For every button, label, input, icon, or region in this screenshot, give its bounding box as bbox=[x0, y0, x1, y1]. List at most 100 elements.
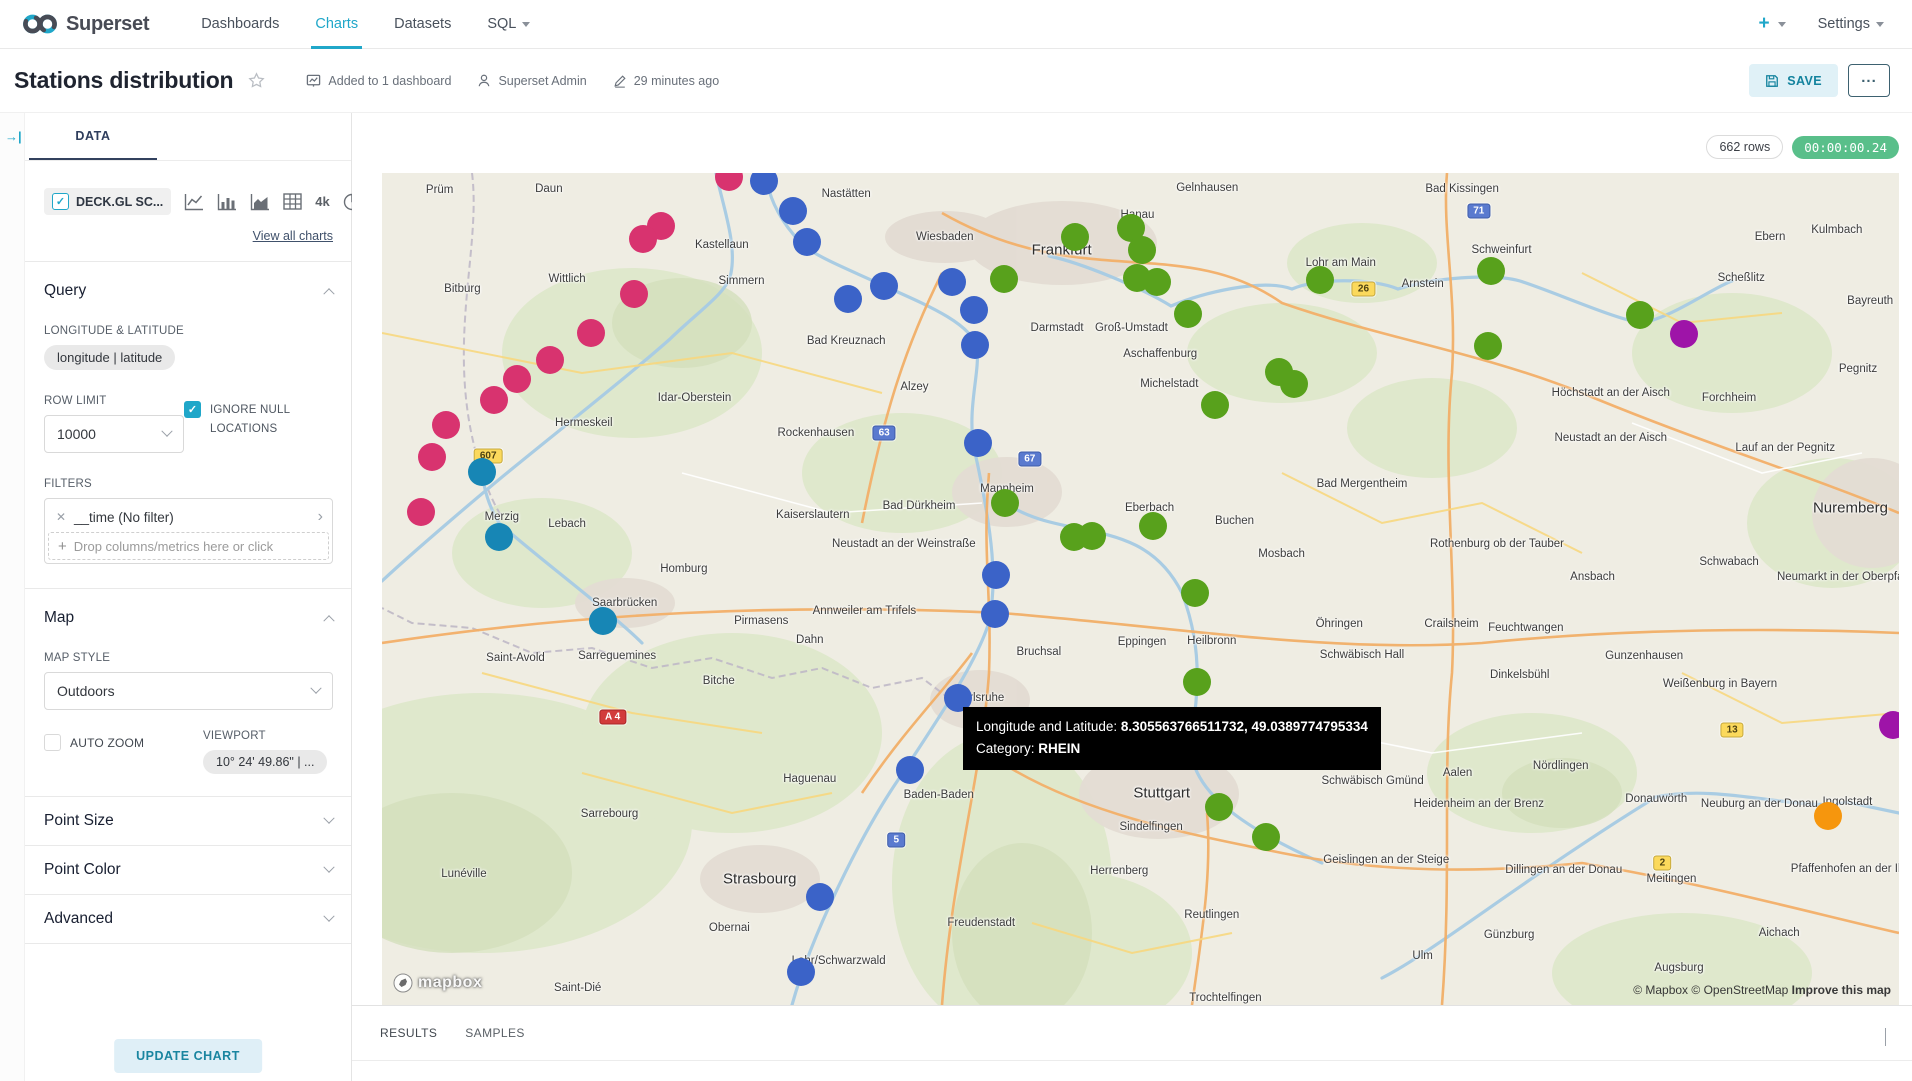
map-point-pink[interactable] bbox=[715, 173, 743, 191]
map-point-green[interactable] bbox=[1477, 257, 1505, 285]
map-point-green[interactable] bbox=[1205, 793, 1233, 821]
lonlat-value-pill[interactable]: longitude | latitude bbox=[44, 345, 175, 370]
tab-samples[interactable]: SAMPLES bbox=[451, 1026, 539, 1040]
nav-dashboards[interactable]: Dashboards bbox=[183, 0, 297, 48]
map-point-blue[interactable] bbox=[981, 600, 1009, 628]
table-icon[interactable] bbox=[283, 193, 302, 210]
map-section-header[interactable]: Map bbox=[44, 609, 333, 627]
save-button[interactable]: SAVE bbox=[1749, 64, 1838, 97]
remove-filter-icon[interactable]: ✕ bbox=[48, 510, 74, 524]
map-point-green[interactable] bbox=[1128, 236, 1156, 264]
map-attribution[interactable]: © Mapbox © OpenStreetMap Improve this ma… bbox=[1633, 983, 1891, 997]
map-point-green[interactable] bbox=[1280, 370, 1308, 398]
section-advanced[interactable]: Advanced bbox=[25, 895, 351, 944]
update-chart-button[interactable]: UPDATE CHART bbox=[114, 1039, 262, 1073]
new-item-menu[interactable]: + bbox=[1754, 0, 1789, 48]
plus-icon: + bbox=[1758, 13, 1769, 35]
map-style-select[interactable]: Outdoors bbox=[44, 672, 333, 710]
nav-datasets[interactable]: Datasets bbox=[376, 0, 469, 48]
map-point-pink[interactable] bbox=[629, 225, 657, 253]
line-chart-icon[interactable] bbox=[184, 193, 204, 211]
expand-panel-icon[interactable]: →| bbox=[5, 129, 22, 144]
ignore-null-checkbox[interactable]: ✓ IGNORE NULL LOCATIONS bbox=[184, 401, 333, 453]
map-point-pink[interactable] bbox=[620, 280, 648, 308]
mapbox-logo[interactable]: mapbox bbox=[393, 973, 482, 993]
map-point-blue[interactable] bbox=[938, 268, 966, 296]
section-point-size[interactable]: Point Size bbox=[25, 797, 351, 846]
map-point-blue[interactable] bbox=[750, 173, 778, 195]
map-city-label: Höchstadt an der Aisch bbox=[1552, 387, 1670, 399]
map-city-label: Dahn bbox=[796, 634, 824, 646]
map-style-label: MAP STYLE bbox=[44, 652, 333, 664]
map-point-green[interactable] bbox=[1201, 391, 1229, 419]
last-modified[interactable]: 29 minutes ago bbox=[613, 74, 719, 88]
map-point-blue[interactable] bbox=[787, 958, 815, 986]
dashboard-count[interactable]: Added to 1 dashboard bbox=[306, 73, 451, 88]
area-chart-icon[interactable] bbox=[250, 193, 270, 211]
map-city-label: Nastätten bbox=[822, 188, 871, 200]
bar-chart-icon[interactable] bbox=[217, 193, 237, 211]
map-point-green[interactable] bbox=[1078, 522, 1106, 550]
settings-menu[interactable]: Settings bbox=[1816, 0, 1886, 48]
map-point-blue[interactable] bbox=[961, 331, 989, 359]
map-point-green[interactable] bbox=[1183, 668, 1211, 696]
chart-owner[interactable]: Superset Admin bbox=[477, 73, 586, 88]
map-point-green[interactable] bbox=[991, 489, 1019, 517]
map-point-green[interactable] bbox=[1474, 332, 1502, 360]
superset-logo[interactable]: Superset bbox=[22, 12, 149, 36]
map-point-green[interactable] bbox=[1174, 300, 1202, 328]
map-point-pink[interactable] bbox=[432, 411, 460, 439]
map-point-purple[interactable] bbox=[1670, 320, 1698, 348]
nav-sql[interactable]: SQL bbox=[469, 0, 548, 48]
map-point-green[interactable] bbox=[1252, 823, 1280, 851]
viewport-value-pill[interactable]: 10° 24' 49.86" | ... bbox=[203, 750, 327, 774]
favorite-star-icon[interactable] bbox=[247, 71, 266, 90]
map-point-pink[interactable] bbox=[480, 386, 508, 414]
deckgl-map[interactable]: PrümDaunNastättenGelnhausenBad Kissingen… bbox=[382, 173, 1899, 1005]
caret-down-icon bbox=[1876, 22, 1884, 27]
map-point-pink[interactable] bbox=[503, 365, 531, 393]
map-point-blue[interactable] bbox=[793, 228, 821, 256]
save-icon bbox=[1765, 74, 1779, 88]
collapse-results-icon[interactable] bbox=[1885, 1028, 1886, 1046]
map-point-blue[interactable] bbox=[896, 756, 924, 784]
map-point-blue[interactable] bbox=[806, 883, 834, 911]
map-point-blue[interactable] bbox=[964, 429, 992, 457]
map-point-pink[interactable] bbox=[407, 498, 435, 526]
map-point-pink[interactable] bbox=[536, 346, 564, 374]
map-city-label: Bayreuth bbox=[1847, 295, 1893, 307]
auto-zoom-checkbox[interactable]: AUTO ZOOM bbox=[44, 734, 203, 754]
tab-results[interactable]: RESULTS bbox=[366, 1026, 451, 1040]
map-point-green[interactable] bbox=[1181, 579, 1209, 607]
nav-charts[interactable]: Charts bbox=[297, 0, 376, 48]
map-point-blue[interactable] bbox=[779, 197, 807, 225]
tab-data[interactable]: DATA bbox=[29, 113, 157, 160]
view-all-charts-link[interactable]: View all charts bbox=[253, 229, 333, 243]
map-point-blue[interactable] bbox=[982, 561, 1010, 589]
map-point-green[interactable] bbox=[1143, 268, 1171, 296]
row-limit-select[interactable]: 10000 bbox=[44, 415, 184, 453]
map-point-pink[interactable] bbox=[418, 443, 446, 471]
map-point-green[interactable] bbox=[1306, 266, 1334, 294]
map-point-blue[interactable] bbox=[834, 285, 862, 313]
big-number-icon[interactable]: 4k bbox=[315, 194, 329, 209]
map-point-teal[interactable] bbox=[589, 607, 617, 635]
section-point-color[interactable]: Point Color bbox=[25, 846, 351, 895]
map-point-teal[interactable] bbox=[468, 458, 496, 486]
map-point-teal[interactable] bbox=[485, 523, 513, 551]
filter-drop-zone[interactable]: + Drop columns/metrics here or click bbox=[48, 532, 329, 560]
viz-type-selected[interactable]: ✓ DECK.GL SC... bbox=[44, 188, 171, 215]
map-point-blue[interactable] bbox=[960, 296, 988, 324]
map-point-pink[interactable] bbox=[577, 319, 605, 347]
left-rail: →| bbox=[0, 113, 25, 1081]
query-section-header[interactable]: Query bbox=[44, 282, 333, 300]
map-point-purple[interactable] bbox=[1879, 711, 1899, 739]
map-point-green[interactable] bbox=[1139, 512, 1167, 540]
filter-item-time[interactable]: ✕ __time (No filter) › bbox=[48, 502, 329, 532]
map-point-blue[interactable] bbox=[870, 272, 898, 300]
map-point-orange[interactable] bbox=[1814, 802, 1842, 830]
more-actions-button[interactable]: ... bbox=[1848, 64, 1890, 97]
map-point-green[interactable] bbox=[990, 265, 1018, 293]
map-point-green[interactable] bbox=[1626, 301, 1654, 329]
map-city-label: Prüm bbox=[426, 184, 453, 196]
